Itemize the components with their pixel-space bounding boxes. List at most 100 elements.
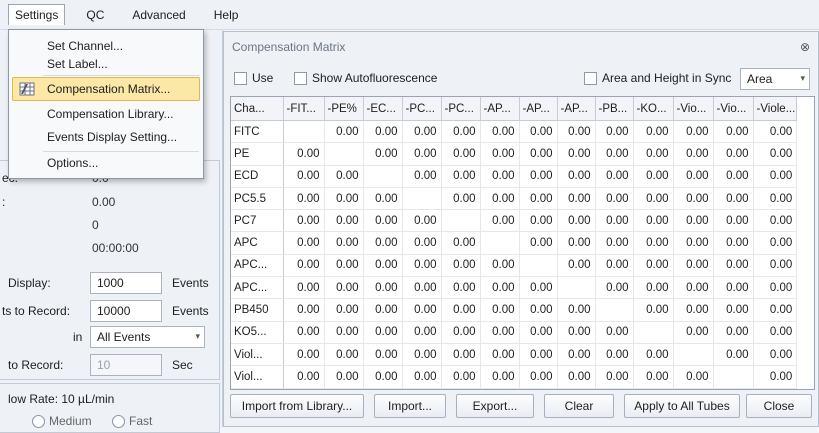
matrix-cell[interactable]: 0.00 — [633, 388, 674, 389]
matrix-cell[interactable] — [283, 120, 325, 144]
matrix-cell[interactable]: 0.00 — [557, 231, 596, 255]
matrix-cell[interactable]: 0.00 — [633, 231, 674, 255]
matrix-cell[interactable]: 0.00 — [753, 298, 798, 322]
matrix-cell[interactable]: 0.00 — [753, 321, 798, 344]
show-autofluorescence-checkbox[interactable]: Show Autofluorescence — [294, 71, 437, 86]
matrix-cell[interactable]: 0.00 — [283, 365, 325, 389]
matrix-cell[interactable]: 0.00 — [363, 298, 403, 322]
use-checkbox[interactable]: Use — [234, 71, 273, 86]
matrix-cell[interactable]: 0.00 — [713, 187, 754, 211]
matrix-cell[interactable]: 0.00 — [557, 120, 596, 144]
matrix-cell[interactable]: 0.00 — [441, 254, 481, 278]
matrix-cell[interactable]: 0.00 — [324, 388, 364, 389]
matrix-cell[interactable]: 0.00 — [753, 120, 798, 144]
matrix-cell[interactable] — [713, 365, 754, 389]
matrix-cell[interactable]: 0.00 — [673, 187, 714, 211]
matrix-cell[interactable]: 0.00 — [673, 365, 714, 389]
flow-medium-option[interactable]: Medium — [32, 414, 92, 429]
matrix-cell[interactable]: 0.00 — [402, 388, 442, 389]
matrix-cell[interactable]: 0.00 — [557, 365, 596, 389]
matrix-cell[interactable]: 0.00 — [557, 209, 596, 233]
matrix-cell[interactable]: 0.00 — [633, 276, 674, 300]
matrix-cell[interactable]: 0.00 — [402, 142, 442, 166]
matrix-cell[interactable]: 0.00 — [402, 321, 442, 344]
matrix-cell[interactable]: 0.00 — [519, 343, 558, 367]
clear-button[interactable]: Clear — [544, 394, 614, 418]
matrix-cell[interactable]: 0.00 — [363, 187, 403, 211]
matrix-cell[interactable]: 0.00 — [713, 120, 754, 144]
matrix-cell[interactable]: 0.00 — [480, 321, 520, 344]
matrix-cell[interactable]: 0.00 — [633, 187, 674, 211]
matrix-cell[interactable]: 0.00 — [557, 165, 596, 188]
matrix-cell[interactable]: 0.00 — [633, 365, 674, 389]
matrix-cell[interactable]: 0.00 — [441, 388, 481, 389]
matrix-cell[interactable]: 0.00 — [324, 254, 364, 278]
matrix-cell[interactable]: 0.00 — [595, 231, 634, 255]
matrix-cell[interactable]: 0.00 — [673, 120, 714, 144]
matrix-cell[interactable]: 0.00 — [283, 298, 325, 322]
matrix-cell[interactable]: 0.00 — [441, 120, 481, 144]
matrix-cell[interactable]: 0.00 — [713, 388, 754, 389]
matrix-cell[interactable]: 0.00 — [633, 120, 674, 144]
menu-settings[interactable]: Settings — [8, 4, 66, 25]
display-events-input[interactable]: 1000 — [90, 272, 162, 294]
matrix-cell[interactable]: 0.00 — [753, 365, 798, 389]
matrix-cell[interactable]: 0.00 — [595, 187, 634, 211]
matrix-cell[interactable]: 0.00 — [557, 321, 596, 344]
matrix-column-header[interactable]: -PC... — [402, 97, 442, 121]
matrix-cell[interactable]: 0.00 — [324, 209, 364, 233]
matrix-cell[interactable]: 0.00 — [557, 343, 596, 367]
matrix-column-header[interactable]: -Vio... — [713, 97, 754, 121]
matrix-cell[interactable]: 0.00 — [595, 388, 634, 389]
matrix-cell[interactable]: 0.00 — [480, 120, 520, 144]
matrix-cell[interactable]: 0.00 — [753, 231, 798, 255]
matrix-cell[interactable]: 0.00 — [713, 209, 754, 233]
matrix-cell[interactable]: 0.00 — [402, 343, 442, 367]
matrix-cell[interactable]: 0.00 — [283, 187, 325, 211]
menu-item-compensation-matrix[interactable]: Compensation Matrix... — [47, 78, 170, 100]
matrix-cell[interactable]: 0.00 — [753, 343, 798, 367]
matrix-cell[interactable]: 0.00 — [283, 165, 325, 188]
matrix-cell[interactable]: 0.00 — [480, 343, 520, 367]
matrix-cell[interactable]: 0.00 — [441, 343, 481, 367]
matrix-column-header[interactable]: -PB... — [595, 97, 634, 121]
matrix-cell[interactable]: 0.00 — [713, 321, 754, 344]
matrix-cell[interactable]: 0.00 — [402, 276, 442, 300]
matrix-cell[interactable]: 0.00 — [324, 120, 364, 144]
matrix-cell[interactable]: 0.00 — [753, 187, 798, 211]
matrix-cell[interactable] — [753, 388, 798, 389]
matrix-cell[interactable]: 0.00 — [441, 321, 481, 344]
matrix-cell[interactable]: 0.00 — [480, 276, 520, 300]
matrix-cell[interactable]: 0.00 — [713, 276, 754, 300]
matrix-cell[interactable]: 0.00 — [283, 388, 325, 389]
matrix-cell[interactable]: 0.00 — [283, 209, 325, 233]
matrix-column-header[interactable]: -PE% — [324, 97, 364, 121]
matrix-cell[interactable]: 0.00 — [633, 298, 674, 322]
import-button[interactable]: Import... — [374, 394, 446, 418]
matrix-cell[interactable]: 0.00 — [324, 231, 364, 255]
matrix-cell[interactable]: 0.00 — [441, 276, 481, 300]
matrix-cell[interactable]: 0.00 — [595, 120, 634, 144]
matrix-column-header[interactable]: -KO... — [633, 97, 674, 121]
matrix-cell[interactable]: 0.00 — [519, 120, 558, 144]
matrix-cell[interactable]: 0.00 — [324, 343, 364, 367]
matrix-cell[interactable]: 0.00 — [557, 187, 596, 211]
matrix-cell[interactable]: 0.00 — [324, 365, 364, 389]
matrix-cell[interactable]: 0.00 — [557, 142, 596, 166]
matrix-cell[interactable]: 0.00 — [595, 254, 634, 278]
matrix-cell[interactable]: 0.00 — [283, 231, 325, 255]
matrix-cell[interactable]: 0.00 — [402, 209, 442, 233]
matrix-cell[interactable]: 0.00 — [519, 209, 558, 233]
close-button[interactable]: Close — [746, 394, 812, 418]
matrix-cell[interactable]: 0.00 — [480, 187, 520, 211]
import-from-library-button[interactable]: Import from Library... — [230, 394, 364, 418]
matrix-column-header[interactable]: -FIT... — [283, 97, 325, 121]
menu-item-compensation-library[interactable]: Compensation Library... — [47, 103, 174, 125]
matrix-cell[interactable]: 0.00 — [363, 142, 403, 166]
matrix-cell[interactable]: 0.00 — [557, 254, 596, 278]
matrix-cell[interactable]: 0.00 — [402, 120, 442, 144]
export-button[interactable]: Export... — [456, 394, 534, 418]
close-icon[interactable]: ⊗ — [800, 32, 810, 62]
matrix-cell[interactable]: 0.00 — [595, 365, 634, 389]
matrix-cell[interactable]: 0.00 — [673, 142, 714, 166]
